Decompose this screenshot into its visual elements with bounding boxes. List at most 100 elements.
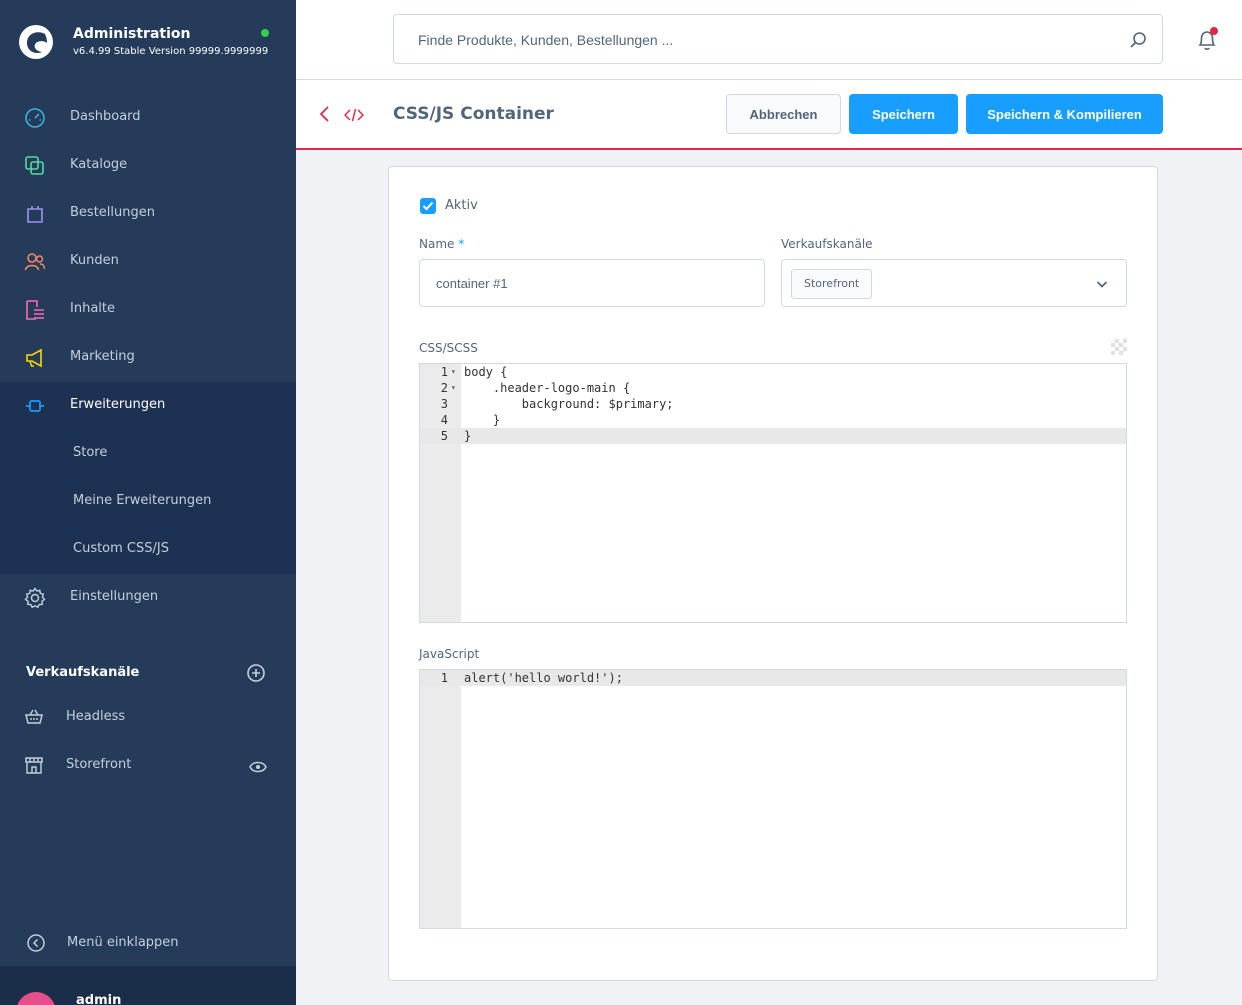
- fullscreen-icon[interactable]: [1111, 339, 1127, 355]
- collapse-menu-label: Menü einklappen: [67, 935, 179, 950]
- sidebar: Administration v6.4.99 Stable Version 99…: [0, 0, 296, 1005]
- save-button[interactable]: Speichern: [849, 94, 958, 134]
- line-number: 1: [440, 365, 448, 379]
- avatar: [16, 992, 56, 1005]
- sidebar-item-label: Marketing: [70, 349, 135, 364]
- app-version: v6.4.99 Stable Version 99999.9999999: [73, 46, 269, 57]
- sidebar-item-erweiterungen[interactable]: Erweiterungen: [0, 382, 296, 430]
- sales-channel-storefront[interactable]: Storefront: [0, 742, 296, 790]
- code-line: 2 ▾ .header-logo-main {: [420, 380, 1126, 396]
- active-checkbox-label[interactable]: Aktiv: [445, 198, 478, 213]
- catalog-icon: [25, 156, 44, 175]
- sidebar-subitem-custom-css-js[interactable]: Custom CSS/JS: [0, 526, 296, 574]
- extensions-section: Erweiterungen Store Meine Erweiterungen …: [0, 382, 296, 574]
- megaphone-icon: [26, 348, 42, 368]
- js-editor-label: JavaScript: [419, 647, 480, 661]
- sales-channels-heading: Verkaufskanäle: [26, 665, 140, 680]
- gauge-icon: [25, 108, 45, 128]
- sales-channels-select[interactable]: Storefront: [781, 259, 1127, 307]
- sales-channel-label: Headless: [66, 709, 126, 724]
- fold-arrow-icon[interactable]: ▾: [451, 380, 456, 396]
- search-icon[interactable]: [1128, 30, 1148, 50]
- sidebar-item-label: Kunden: [70, 253, 119, 268]
- sales-channels-field-label: Verkaufskanäle: [781, 237, 873, 251]
- sidebar-item-marketing[interactable]: Marketing: [0, 334, 296, 382]
- checkmark-icon: [422, 201, 434, 211]
- sidebar-item-kataloge[interactable]: Kataloge: [0, 142, 296, 190]
- code-text: }: [464, 429, 472, 443]
- sidebar-item-label: Bestellungen: [70, 205, 155, 220]
- notification-badge: [1210, 27, 1218, 35]
- code-line: 4 }: [420, 412, 1126, 428]
- top-bar: [296, 0, 1242, 80]
- sidebar-item-label: Inhalte: [70, 301, 115, 316]
- line-number: 4: [440, 413, 448, 427]
- user-profile[interactable]: admin: [0, 966, 296, 1005]
- chevron-left-circle-icon: [27, 934, 45, 952]
- name-input[interactable]: [419, 259, 765, 307]
- css-code-editor[interactable]: 1 ▾ body { 2 ▾ .header-logo-main { 3 bac…: [419, 363, 1127, 623]
- online-status-indicator: [261, 29, 269, 37]
- storefront-icon: [25, 757, 43, 774]
- add-sales-channel-icon[interactable]: [246, 663, 266, 683]
- code-line: 1 ▾ body {: [420, 364, 1126, 380]
- page-title: CSS/JS Container: [393, 104, 554, 124]
- container-form-card: Aktiv Name * Verkaufskanäle Storefront C…: [388, 166, 1158, 981]
- code-line: 3 background: $primary;: [420, 396, 1126, 412]
- users-icon: [24, 253, 46, 271]
- sidebar-subitem-label: Store: [73, 445, 108, 460]
- fold-arrow-icon[interactable]: ▾: [451, 364, 456, 380]
- back-chevron-icon[interactable]: [318, 105, 332, 123]
- line-number: 1: [440, 671, 448, 685]
- code-text: alert('hello world!');: [464, 671, 623, 685]
- code-text: background: $primary;: [464, 397, 674, 411]
- sidebar-subitem-label: Meine Erweiterungen: [73, 493, 212, 508]
- js-code-editor[interactable]: 1 alert('hello world!');: [419, 669, 1127, 929]
- brand-header: Administration v6.4.99 Stable Version 99…: [0, 0, 296, 80]
- sidebar-item-label: Einstellungen: [70, 589, 159, 604]
- cancel-button[interactable]: Abbrechen: [726, 94, 841, 134]
- line-number: 2: [440, 381, 448, 395]
- line-number-gutter: [420, 670, 461, 928]
- shopware-logo-icon[interactable]: [18, 24, 54, 60]
- required-mark: *: [458, 237, 465, 251]
- search-input[interactable]: [418, 29, 1098, 51]
- code-icon: [344, 108, 364, 122]
- sidebar-item-label: Erweiterungen: [70, 397, 166, 412]
- sidebar-item-inhalte[interactable]: Inhalte: [0, 286, 296, 334]
- line-number: 5: [440, 429, 448, 443]
- code-text: .header-logo-main {: [464, 381, 631, 395]
- gear-icon: [24, 587, 46, 609]
- sidebar-item-dashboard[interactable]: Dashboard: [0, 94, 296, 142]
- search-bar: [393, 14, 1163, 64]
- code-line-active: 1 alert('hello world!');: [420, 670, 1126, 686]
- selected-sales-channel-tag[interactable]: Storefront: [791, 269, 873, 299]
- collapse-menu-button[interactable]: Menü einklappen: [0, 920, 296, 966]
- content-icon: [26, 300, 44, 320]
- sidebar-item-label: Kataloge: [70, 157, 128, 172]
- sidebar-subitem-store[interactable]: Store: [0, 430, 296, 478]
- sidebar-item-einstellungen[interactable]: Einstellungen: [0, 574, 296, 622]
- sales-channel-headless[interactable]: Headless: [0, 694, 296, 742]
- name-field-label: Name *: [419, 237, 464, 251]
- line-number: 3: [440, 397, 448, 411]
- user-name: admin: [76, 993, 122, 1005]
- code-text: }: [464, 413, 501, 427]
- basket-icon: [25, 709, 43, 724]
- active-checkbox[interactable]: [420, 198, 436, 214]
- sales-channel-label: Storefront: [66, 757, 132, 772]
- plugin-icon: [26, 400, 44, 412]
- sidebar-item-label: Dashboard: [70, 109, 141, 124]
- code-text: body {: [464, 365, 508, 379]
- sidebar-item-kunden[interactable]: Kunden: [0, 238, 296, 286]
- sidebar-subitem-meine-erweiterungen[interactable]: Meine Erweiterungen: [0, 478, 296, 526]
- save-and-compile-button[interactable]: Speichern & Kompilieren: [966, 94, 1163, 134]
- name-label-text: Name: [419, 237, 455, 251]
- css-editor-label: CSS/SCSS: [419, 341, 478, 355]
- shopping-bag-icon: [27, 206, 43, 223]
- page-header: CSS/JS Container Abbrechen Speichern Spe…: [296, 80, 1242, 150]
- sidebar-item-bestellungen[interactable]: Bestellungen: [0, 190, 296, 238]
- chevron-down-icon[interactable]: [1094, 276, 1110, 292]
- eye-icon[interactable]: [249, 761, 267, 773]
- sidebar-subitem-label: Custom CSS/JS: [73, 541, 169, 556]
